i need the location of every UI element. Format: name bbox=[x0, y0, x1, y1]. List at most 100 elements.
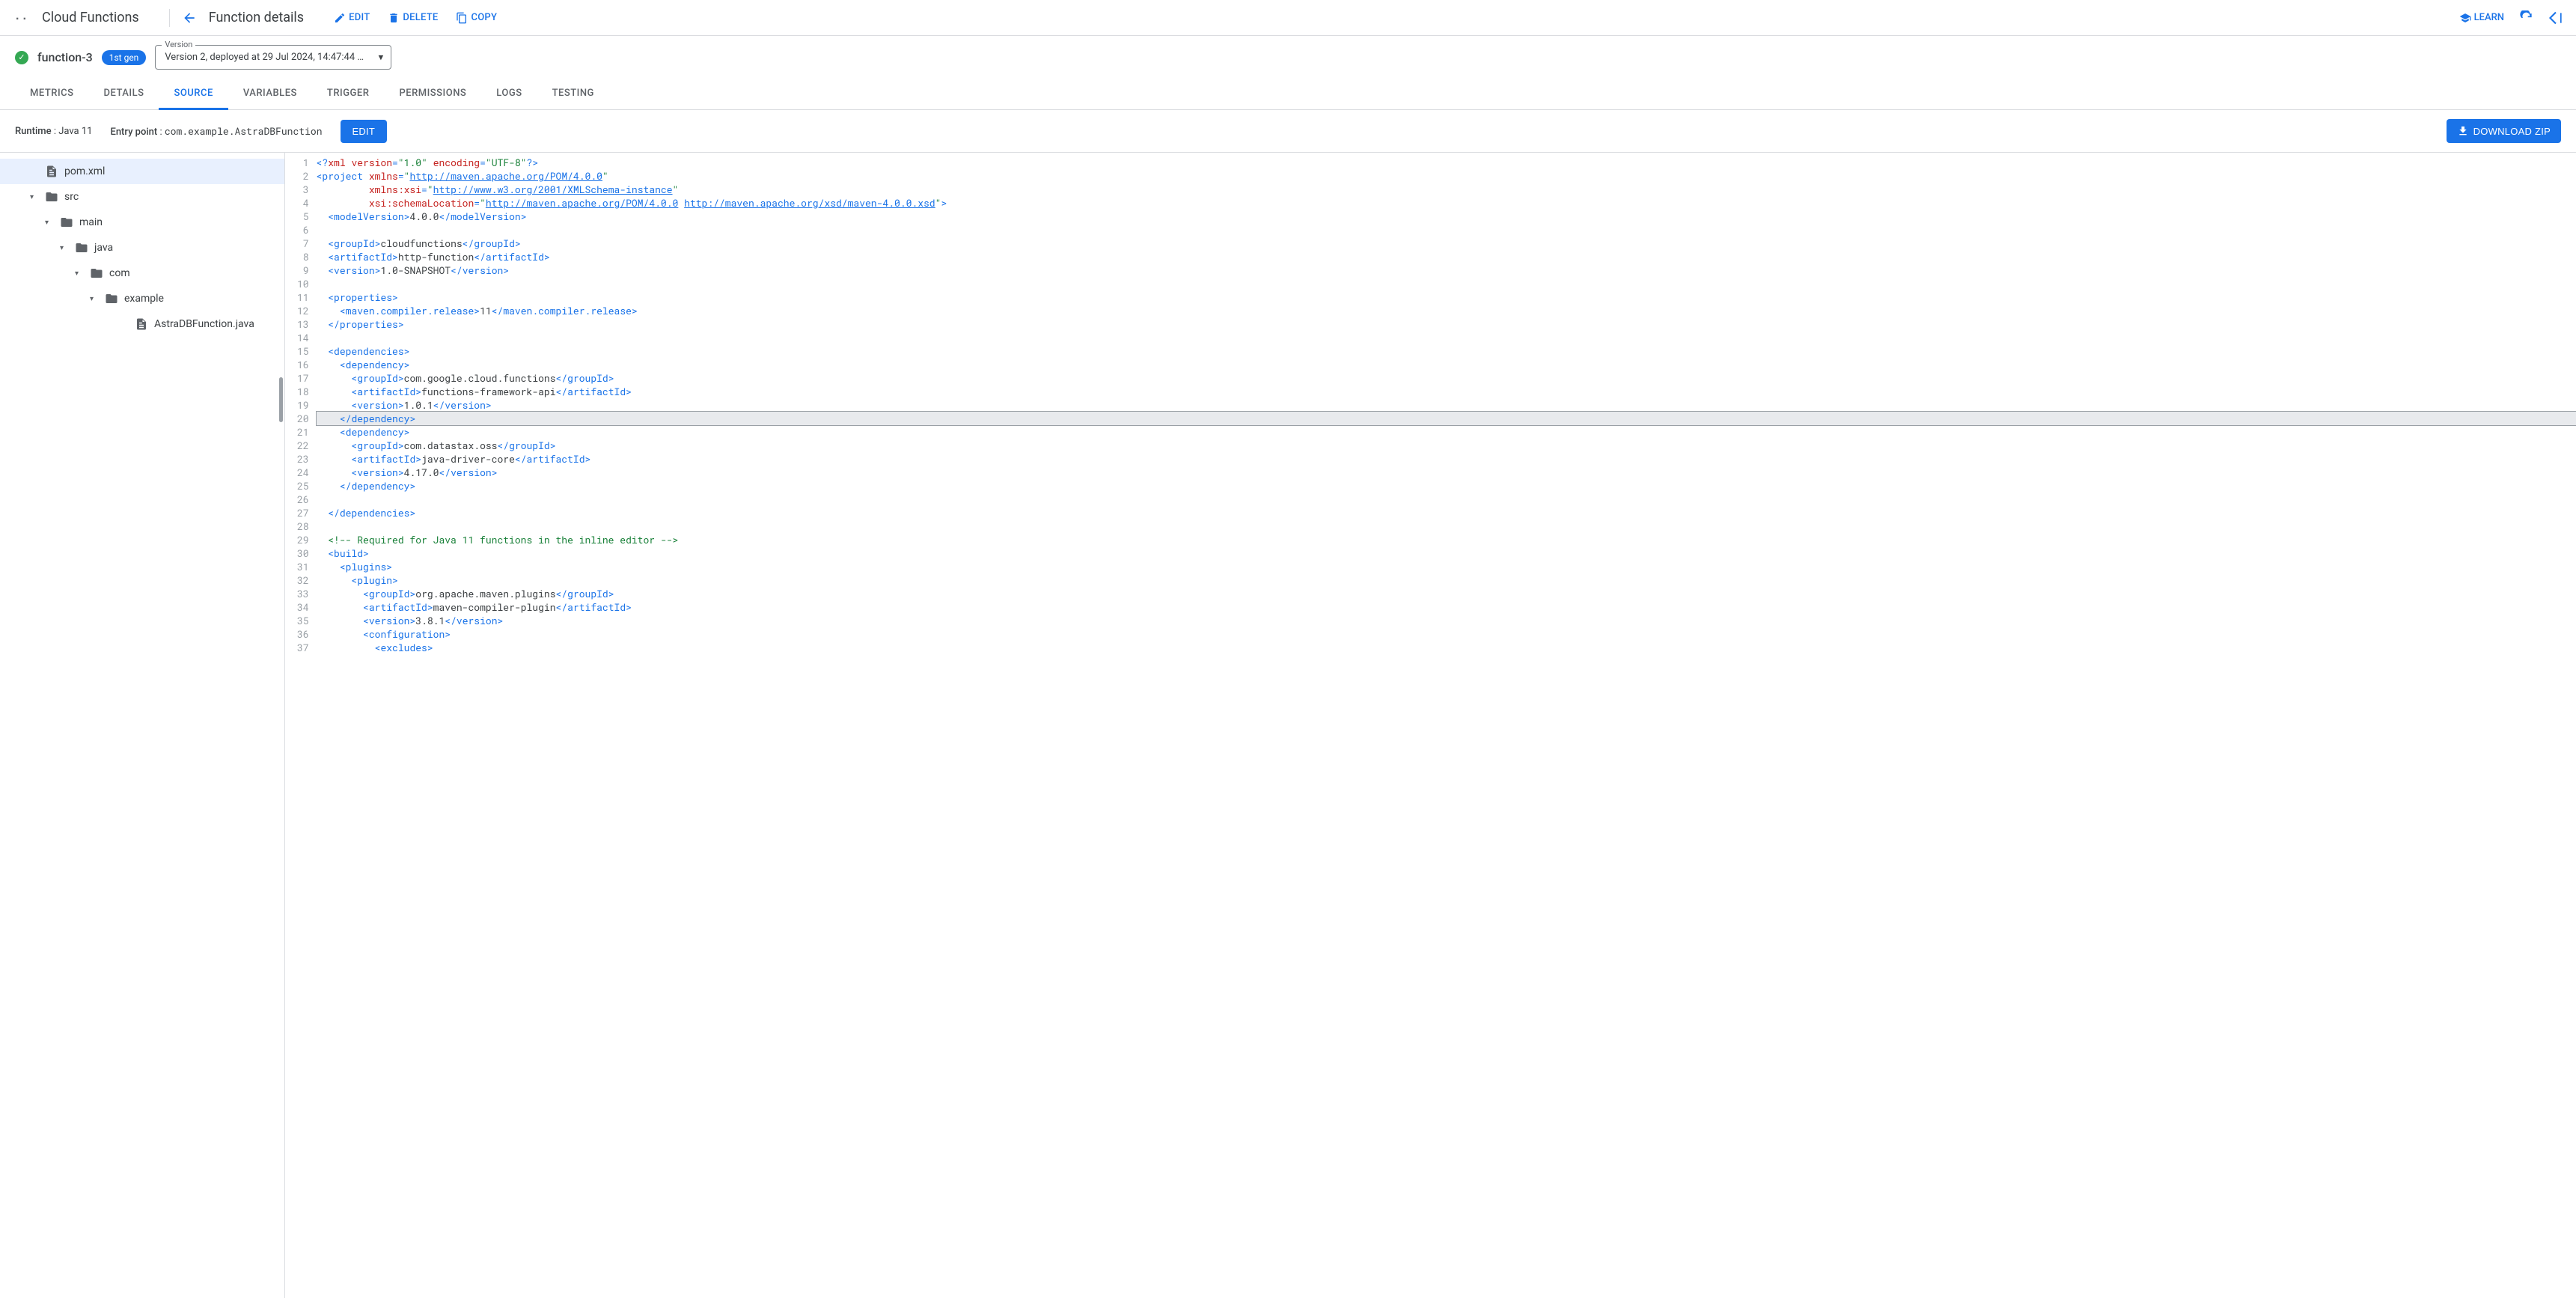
code-line-15[interactable]: <dependencies> bbox=[317, 344, 2576, 358]
line-gutter: 1234567891011121314151617181920212223242… bbox=[285, 153, 317, 1298]
cloud-functions-logo-icon: (··) bbox=[12, 9, 30, 27]
version-select[interactable]: Version Version 2, deployed at 29 Jul 20… bbox=[155, 45, 391, 70]
code-line-5[interactable]: <modelVersion>4.0.0</modelVersion> bbox=[317, 210, 2576, 223]
version-select-label: Version bbox=[162, 40, 195, 49]
download-zip-button[interactable]: DOWNLOAD ZIP bbox=[2447, 119, 2561, 143]
tree-item-java[interactable]: ▾ java bbox=[0, 235, 284, 260]
scrollbar-thumb[interactable] bbox=[279, 377, 283, 422]
divider bbox=[169, 9, 170, 27]
collapse-panel-icon[interactable] bbox=[2549, 10, 2564, 25]
code-line-13[interactable]: </properties> bbox=[317, 317, 2576, 331]
delete-button[interactable]: DELETE bbox=[388, 12, 438, 24]
code-line-33[interactable]: <groupId>org.apache.maven.plugins</group… bbox=[317, 587, 2576, 600]
service-name: Cloud Functions bbox=[42, 10, 139, 25]
code-line-10[interactable] bbox=[317, 277, 2576, 290]
code-line-27[interactable]: </dependencies> bbox=[317, 506, 2576, 519]
tabs: METRICSDETAILSSOURCEVARIABLESTRIGGERPERM… bbox=[0, 79, 2576, 110]
code-line-7[interactable]: <groupId>cloudfunctions</groupId> bbox=[317, 237, 2576, 250]
function-name: function-3 bbox=[37, 50, 93, 64]
code-line-28[interactable] bbox=[317, 519, 2576, 533]
tab-testing[interactable]: TESTING bbox=[537, 79, 609, 109]
tab-logs[interactable]: LOGS bbox=[481, 79, 537, 109]
code-line-6[interactable] bbox=[317, 223, 2576, 237]
code-line-25[interactable]: </dependency> bbox=[317, 479, 2576, 493]
code-line-9[interactable]: <version>1.0-SNAPSHOT</version> bbox=[317, 263, 2576, 277]
tree-item-astradbfunction-java[interactable]: AstraDBFunction.java bbox=[0, 311, 284, 337]
code-line-4[interactable]: xsi:schemaLocation="http://maven.apache.… bbox=[317, 196, 2576, 210]
code-line-19[interactable]: <version>1.0.1</version> bbox=[317, 398, 2576, 412]
folder-icon bbox=[75, 241, 88, 255]
trash-icon bbox=[388, 12, 400, 24]
expand-icon[interactable]: ▾ bbox=[45, 219, 54, 227]
folder-icon bbox=[105, 292, 118, 305]
code-line-23[interactable]: <artifactId>java-driver-core</artifactId… bbox=[317, 452, 2576, 466]
code-line-32[interactable]: <plugin> bbox=[317, 573, 2576, 587]
code-line-36[interactable]: <configuration> bbox=[317, 627, 2576, 641]
tree-item-pom-xml[interactable]: pom.xml bbox=[0, 159, 284, 184]
code-line-22[interactable]: <groupId>com.datastax.oss</groupId> bbox=[317, 439, 2576, 452]
code-line-35[interactable]: <version>3.8.1</version> bbox=[317, 614, 2576, 627]
code-line-16[interactable]: <dependency> bbox=[317, 358, 2576, 371]
copy-button[interactable]: COPY bbox=[456, 12, 497, 24]
code-line-18[interactable]: <artifactId>functions-framework-api</art… bbox=[317, 385, 2576, 398]
tree-item-label: com bbox=[109, 267, 130, 279]
tree-item-label: src bbox=[64, 191, 79, 203]
tab-trigger[interactable]: TRIGGER bbox=[312, 79, 385, 109]
status-success-icon: ✓ bbox=[15, 51, 28, 64]
edit-button[interactable]: EDIT bbox=[334, 12, 370, 24]
version-select-value: Version 2, deployed at 29 Jul 2024, 14:4… bbox=[165, 52, 364, 63]
code-line-31[interactable]: <plugins> bbox=[317, 560, 2576, 573]
file-tree: pom.xml ▾ src ▾ main ▾ java ▾ com ▾exampleAstraDB… bbox=[0, 153, 284, 1298]
page-title: Function details bbox=[209, 10, 304, 25]
function-subheader: ✓ function-3 1st gen Version Version 2, … bbox=[0, 36, 2576, 79]
code-line-17[interactable]: <groupId>com.google.cloud.functions</gro… bbox=[317, 371, 2576, 385]
refresh-icon[interactable] bbox=[2519, 10, 2534, 25]
code-area[interactable]: <?xml version="1.0" encoding="UTF-8"?><p… bbox=[317, 153, 2576, 1298]
code-line-24[interactable]: <version>4.17.0</version> bbox=[317, 466, 2576, 479]
code-line-30[interactable]: <build> bbox=[317, 546, 2576, 560]
entry-point-info: Entry point : com.example.AstraDBFunctio… bbox=[110, 124, 322, 138]
generation-badge: 1st gen bbox=[102, 50, 147, 65]
learn-button[interactable]: LEARN bbox=[2459, 12, 2504, 24]
code-editor[interactable]: 1234567891011121314151617181920212223242… bbox=[284, 153, 2576, 1298]
code-line-20[interactable]: </dependency> bbox=[317, 412, 2576, 425]
header-actions: EDIT DELETE COPY bbox=[334, 12, 497, 24]
tab-source[interactable]: SOURCE bbox=[159, 79, 228, 110]
code-line-2[interactable]: <project xmlns="http://maven.apache.org/… bbox=[317, 169, 2576, 183]
tab-variables[interactable]: VARIABLES bbox=[228, 79, 312, 109]
expand-icon[interactable]: ▾ bbox=[30, 193, 39, 201]
file-icon bbox=[45, 165, 58, 178]
code-line-11[interactable]: <properties> bbox=[317, 290, 2576, 304]
svg-text:(··): (··) bbox=[12, 12, 30, 25]
tree-item-label: main bbox=[79, 216, 103, 228]
back-icon[interactable] bbox=[182, 10, 197, 25]
caret-down-icon: ▾ bbox=[379, 52, 384, 63]
tab-metrics[interactable]: METRICS bbox=[15, 79, 88, 109]
expand-icon[interactable]: ▾ bbox=[60, 244, 69, 252]
code-line-1[interactable]: <?xml version="1.0" encoding="UTF-8"?> bbox=[317, 156, 2576, 169]
edit-source-button[interactable]: EDIT bbox=[341, 120, 388, 143]
tree-item-com[interactable]: ▾ com bbox=[0, 260, 284, 286]
code-line-12[interactable]: <maven.compiler.release>11</maven.compil… bbox=[317, 304, 2576, 317]
code-line-37[interactable]: <excludes> bbox=[317, 641, 2576, 654]
code-line-21[interactable]: <dependency> bbox=[317, 425, 2576, 439]
tree-item-label: java bbox=[94, 242, 113, 254]
top-header: (··) Cloud Functions Function details ED… bbox=[0, 0, 2576, 36]
code-line-26[interactable] bbox=[317, 493, 2576, 506]
expand-icon[interactable]: ▾ bbox=[90, 295, 99, 303]
source-toolbar: Runtime : Java 11 Entry point : com.exam… bbox=[0, 110, 2576, 153]
code-line-3[interactable]: xmlns:xsi="http://www.w3.org/2001/XMLSch… bbox=[317, 183, 2576, 196]
tab-permissions[interactable]: PERMISSIONS bbox=[384, 79, 481, 109]
folder-icon bbox=[60, 216, 73, 229]
code-line-29[interactable]: <!-- Required for Java 11 functions in t… bbox=[317, 533, 2576, 546]
tree-item-main[interactable]: ▾ main bbox=[0, 210, 284, 235]
code-line-14[interactable] bbox=[317, 331, 2576, 344]
code-line-8[interactable]: <artifactId>http-function</artifactId> bbox=[317, 250, 2576, 263]
download-icon bbox=[2457, 125, 2469, 137]
tree-item-example[interactable]: ▾example bbox=[0, 286, 284, 311]
code-line-34[interactable]: <artifactId>maven-compiler-plugin</artif… bbox=[317, 600, 2576, 614]
expand-icon[interactable]: ▾ bbox=[75, 269, 84, 278]
tab-details[interactable]: DETAILS bbox=[88, 79, 159, 109]
tree-item-src[interactable]: ▾ src bbox=[0, 184, 284, 210]
folder-icon bbox=[45, 190, 58, 204]
